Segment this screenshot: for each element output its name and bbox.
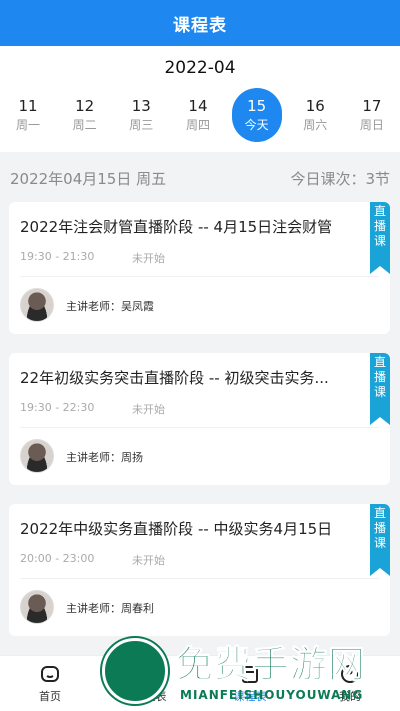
card-divider (20, 276, 379, 277)
day-cell[interactable]: 11 周一 (5, 88, 51, 142)
week-calendar: 2022-04 11 周一 12 周二 13 周三 14 周四 15 今天 16… (0, 46, 400, 152)
tab-label: 首页 (39, 690, 61, 703)
day-number: 14 (188, 97, 208, 115)
course-time: 20:00 - 23:00 (20, 552, 95, 565)
day-weekday: 周日 (359, 118, 384, 132)
tab-schedule[interactable]: 课程表 (200, 656, 300, 711)
day-weekday: 周四 (185, 118, 210, 132)
card-divider (20, 578, 379, 579)
day-weekday: 今天 (244, 118, 269, 132)
user-icon (339, 663, 361, 685)
course-card[interactable]: 22年初级实务突击直播阶段 -- 初级突击实务... 19:30 - 22:30… (9, 353, 390, 485)
date-summary: 2022年04月15日 周五 今日课次：3节 (0, 168, 400, 189)
tab-label: 课程表 (133, 690, 167, 703)
teacher-name: 主讲老师：周扬 (66, 451, 143, 464)
tab-label: 我的 (339, 690, 361, 703)
card-divider (20, 427, 379, 428)
course-status: 未开始 (132, 554, 165, 567)
day-number: 16 (305, 97, 325, 115)
tab-label: 课程表 (233, 690, 267, 703)
course-title: 22年初级实务突击直播阶段 -- 初级突击实务... (20, 369, 329, 387)
month-label: 2022-04 (164, 58, 236, 78)
course-title: 2022年注会财管直播阶段 -- 4月15日注会财管 (20, 218, 333, 236)
day-cell[interactable]: 14 周四 (175, 88, 221, 142)
teacher-avatar (20, 288, 54, 322)
course-status: 未开始 (132, 252, 165, 265)
tab-home[interactable]: 首页 (0, 656, 100, 711)
top-app-bar: 课程表 (0, 0, 400, 46)
day-cell[interactable]: 17 周日 (349, 88, 395, 142)
course-time: 19:30 - 21:30 (20, 250, 95, 263)
live-course-tag: 直播课 (370, 353, 390, 425)
course-title: 2022年中级实务直播阶段 -- 中级实务4月15日 (20, 520, 333, 538)
day-weekday: 周二 (72, 118, 97, 132)
teacher-name: 主讲老师：吴凤霞 (66, 300, 154, 313)
live-course-tag: 直播课 (370, 504, 390, 576)
day-number: 12 (75, 97, 95, 115)
day-cell-today[interactable]: 15 今天 (231, 88, 282, 142)
day-cell[interactable]: 13 周三 (118, 88, 164, 142)
day-number: 13 (131, 97, 151, 115)
day-number: 15 (247, 97, 267, 115)
selected-date: 2022年04月15日 周五 (10, 170, 167, 188)
course-status: 未开始 (132, 403, 165, 416)
calendar-icon (139, 663, 161, 685)
day-cell[interactable]: 12 周二 (62, 88, 108, 142)
bottom-tab-bar: 首页 课程表 课程表 我的 (0, 655, 400, 711)
live-course-tag: 直播课 (370, 202, 390, 274)
lesson-count: 今日课次：3节 (290, 170, 390, 188)
day-weekday: 周三 (129, 118, 154, 132)
course-time: 19:30 - 22:30 (20, 401, 95, 414)
course-card[interactable]: 2022年注会财管直播阶段 -- 4月15日注会财管 19:30 - 21:30… (9, 202, 390, 334)
course-card[interactable]: 2022年中级实务直播阶段 -- 中级实务4月15日 20:00 - 23:00… (9, 504, 390, 636)
day-number: 11 (18, 97, 38, 115)
day-weekday: 周六 (303, 118, 328, 132)
tab-mine[interactable]: 我的 (300, 656, 400, 711)
day-cell[interactable]: 16 周六 (292, 88, 338, 142)
day-weekday: 周一 (15, 118, 40, 132)
teacher-name: 主讲老师：周春利 (66, 602, 154, 615)
tab-courses[interactable]: 课程表 (100, 656, 200, 711)
page-title: 课程表 (173, 15, 227, 36)
home-icon (39, 663, 61, 685)
week-days: 11 周一 12 周二 13 周三 14 周四 15 今天 16 周六 17 周… (0, 88, 400, 142)
schedule-icon (239, 663, 261, 685)
teacher-avatar (20, 590, 54, 624)
teacher-avatar (20, 439, 54, 473)
day-number: 17 (362, 97, 382, 115)
